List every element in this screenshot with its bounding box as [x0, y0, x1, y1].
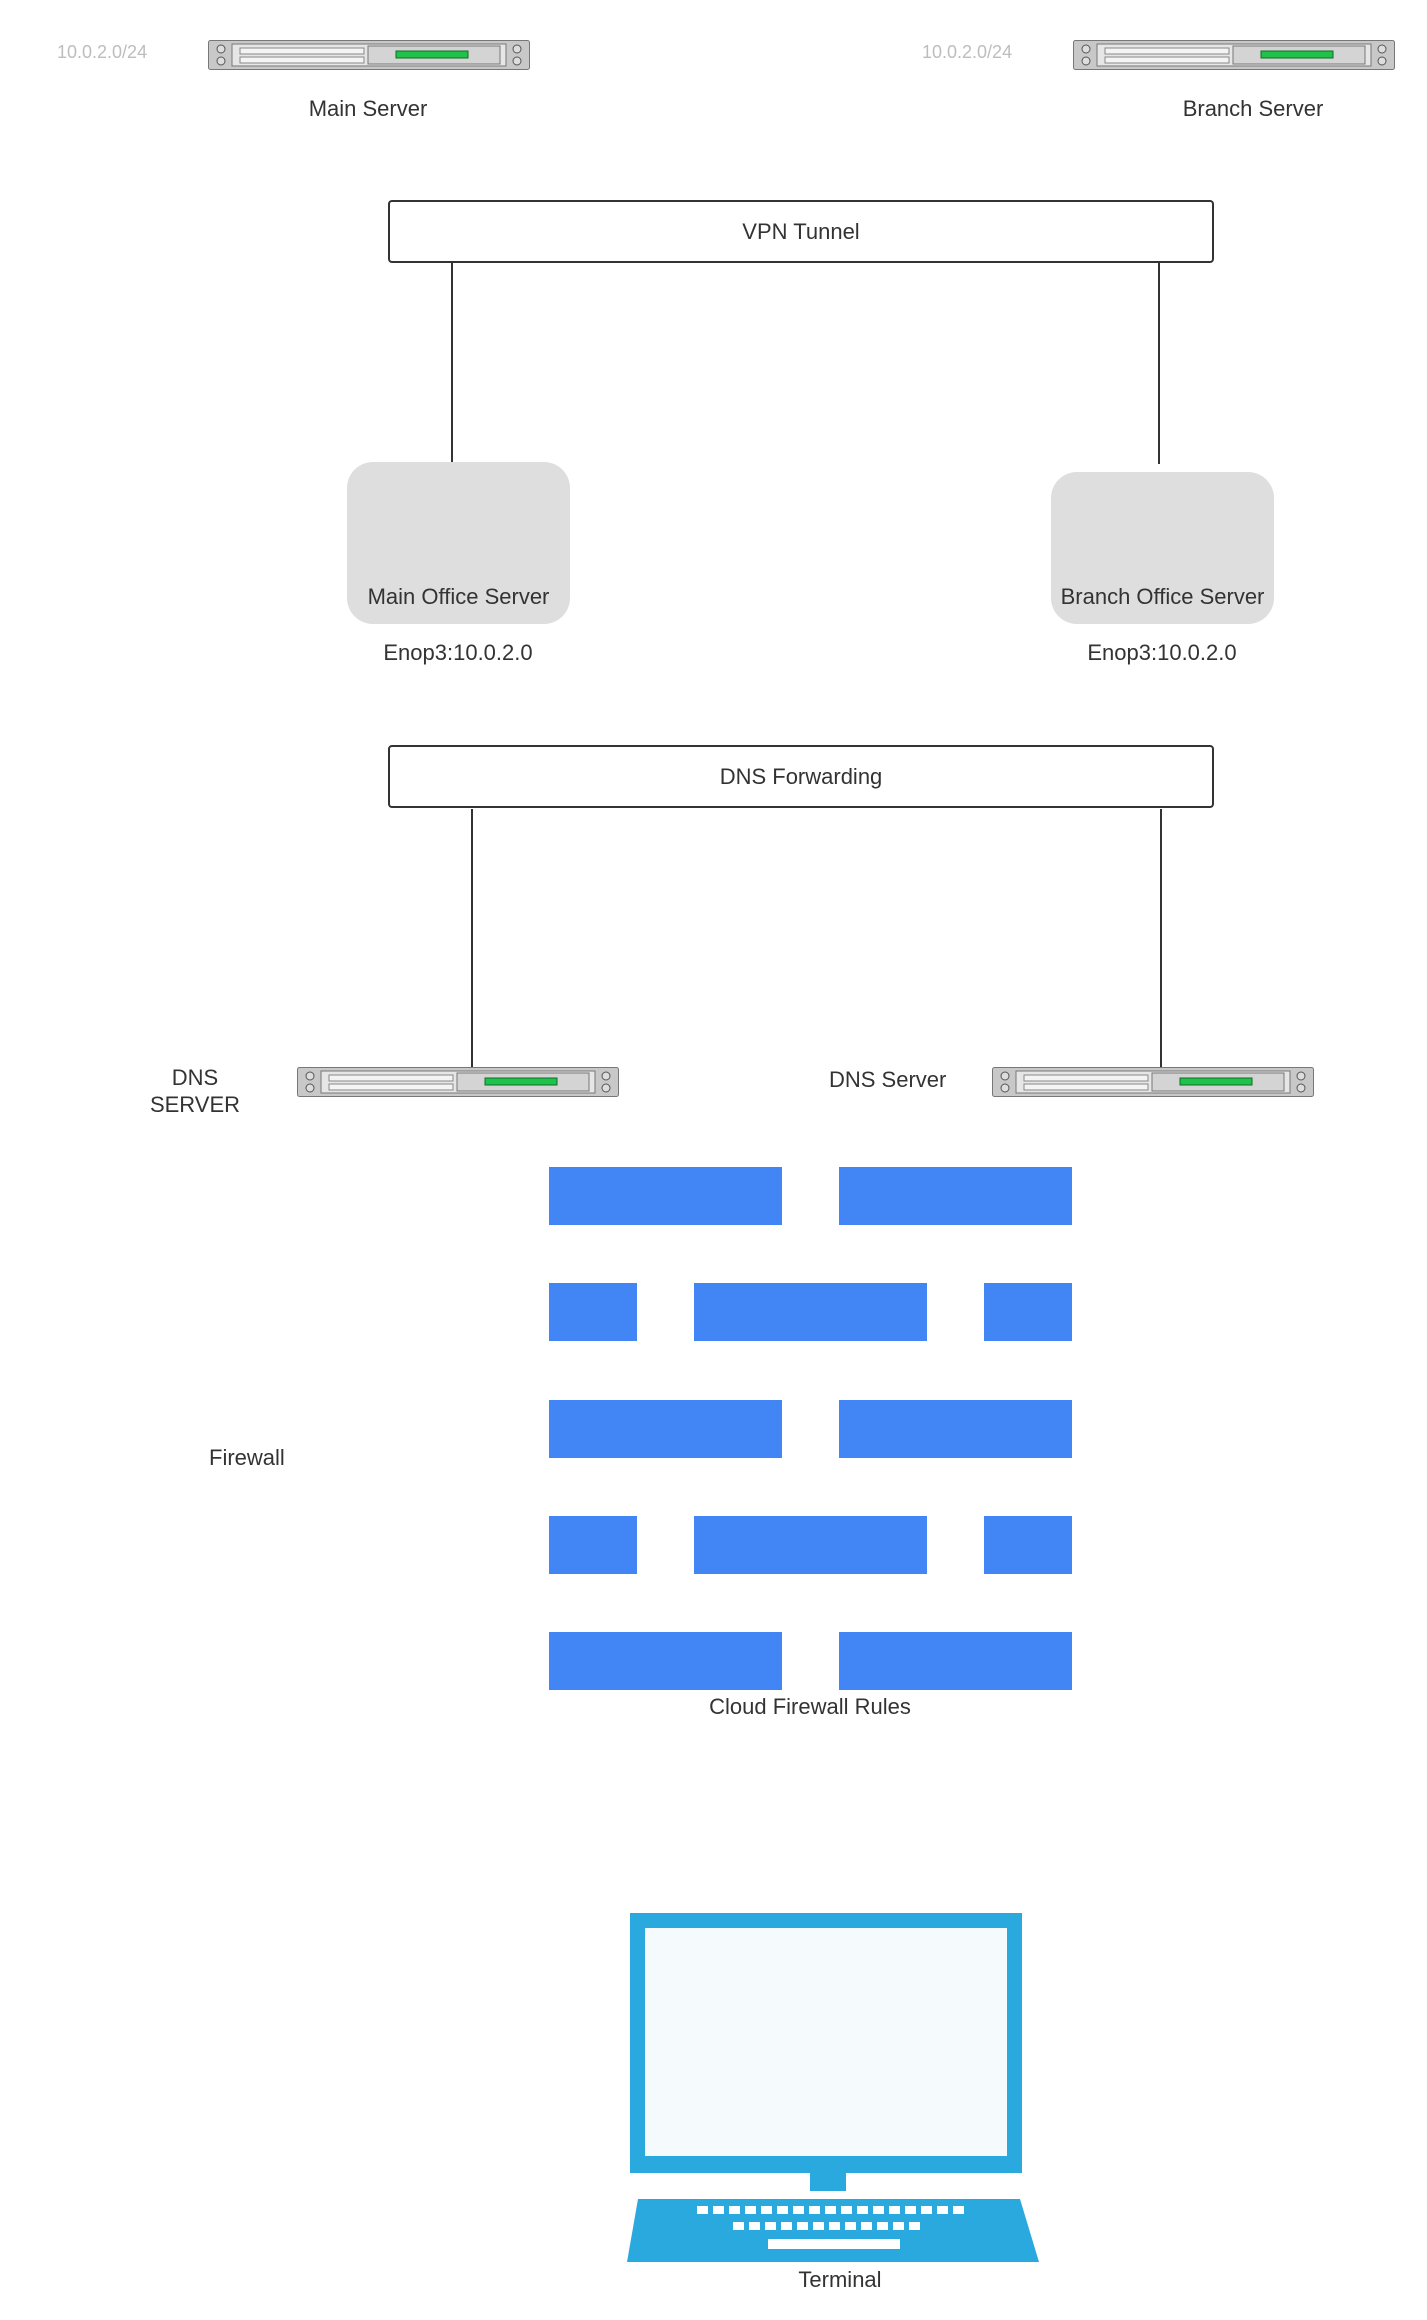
- firewall-brick: [839, 1632, 1072, 1690]
- main-server-rack-icon[interactable]: [208, 40, 530, 70]
- left-dns-label-line1: DNS: [171, 1065, 219, 1090]
- firewall-side-label: Firewall: [209, 1445, 285, 1470]
- vpn-tunnel-box[interactable]: VPN Tunnel: [388, 200, 1214, 263]
- laptop-icon[interactable]: [625, 1909, 1043, 2265]
- branch-server-label: Branch Server: [1182, 96, 1324, 121]
- main-office-interface-label: Enop3:10.0.2.0: [383, 640, 533, 665]
- firewall-caption: Cloud Firewall Rules: [709, 1694, 911, 1719]
- firewall-brick: [839, 1400, 1072, 1458]
- dns-forwarding-label: DNS Forwarding: [719, 763, 883, 789]
- firewall-brick: [549, 1632, 782, 1690]
- dns-forwarding-box[interactable]: DNS Forwarding: [388, 745, 1214, 808]
- left-dns-label-line2: SERVER: [149, 1092, 241, 1117]
- left-dns-server-rack-icon[interactable]: [297, 1067, 619, 1097]
- right-dns-server-rack-icon[interactable]: [992, 1067, 1314, 1097]
- firewall-brick: [839, 1167, 1072, 1225]
- branch-office-server-label: Branch Office Server: [1060, 584, 1265, 609]
- branch-office-interface-label: Enop3:10.0.2.0: [1087, 640, 1237, 665]
- firewall-brick: [984, 1283, 1072, 1341]
- right-dns-label: DNS Server: [829, 1067, 947, 1092]
- vpn-tunnel-label: VPN Tunnel: [742, 218, 860, 244]
- branch-server-rack-icon[interactable]: [1073, 40, 1395, 70]
- firewall-brick: [694, 1516, 927, 1574]
- firewall-brick: [549, 1167, 782, 1225]
- branch-subnet-label: 10.0.2.0/24: [922, 42, 1013, 62]
- firewall-brick: [549, 1400, 782, 1458]
- firewall-brick: [549, 1516, 637, 1574]
- main-subnet-label: 10.0.2.0/24: [57, 42, 148, 62]
- main-server-label: Main Server: [308, 96, 428, 121]
- main-office-server-label: Main Office Server: [367, 584, 550, 609]
- main-office-server-node[interactable]: Main Office Server: [347, 462, 570, 624]
- firewall-brick: [549, 1283, 637, 1341]
- terminal-label: Terminal: [798, 2267, 882, 2292]
- left-dns-label: DNS SERVER: [130, 1064, 260, 1118]
- firewall-brick: [984, 1516, 1072, 1574]
- branch-office-server-node[interactable]: Branch Office Server: [1051, 472, 1274, 624]
- firewall-brick: [694, 1283, 927, 1341]
